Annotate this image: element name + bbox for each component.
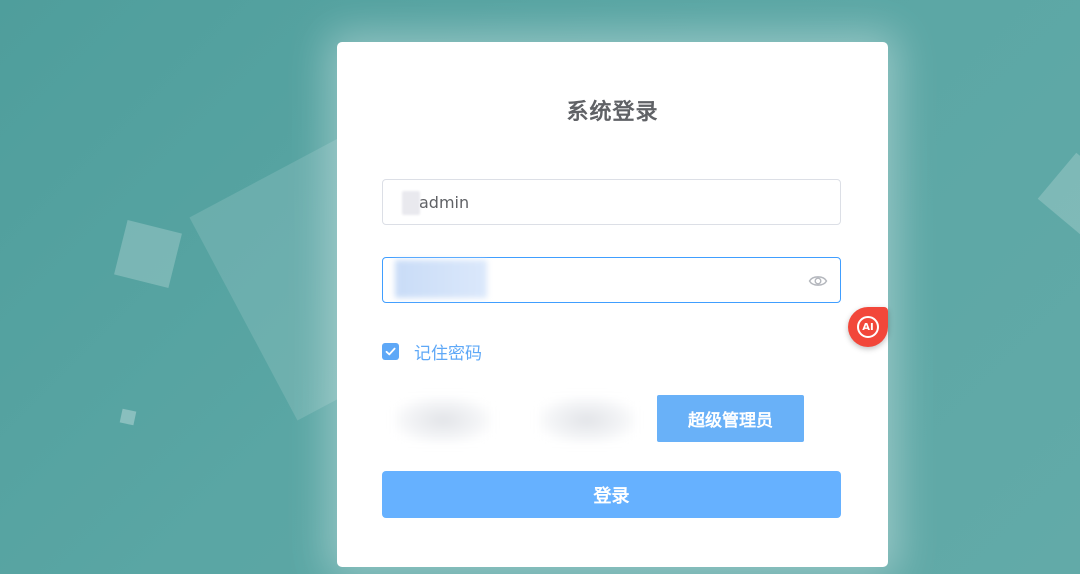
background-shape-right (1037, 152, 1080, 238)
user-icon (402, 191, 420, 215)
remember-password-checkbox[interactable]: 记住密码 (382, 339, 482, 364)
remember-password-label: 记住密码 (414, 344, 482, 364)
username-field[interactable] (382, 179, 841, 225)
page-title: 系统登录 (566, 100, 659, 125)
role-option-redacted-1[interactable] (395, 397, 491, 443)
background-shape-tiny (119, 408, 137, 426)
username-input[interactable] (419, 180, 799, 224)
ai-assistant-button[interactable]: AI (848, 307, 888, 347)
password-field[interactable] (382, 257, 841, 303)
login-card: 系统登录 记住密码 超级管理员 登录 (337, 42, 888, 567)
eye-icon[interactable] (808, 271, 828, 291)
role-super-admin-button[interactable]: 超级管理员 (657, 395, 804, 442)
background-shape-small (114, 220, 182, 288)
password-input[interactable] (419, 258, 799, 302)
checkbox-checked-icon[interactable] (382, 343, 399, 360)
role-option-redacted-2[interactable] (539, 397, 635, 443)
ai-icon: AI (857, 316, 879, 338)
login-button[interactable]: 登录 (382, 471, 841, 518)
